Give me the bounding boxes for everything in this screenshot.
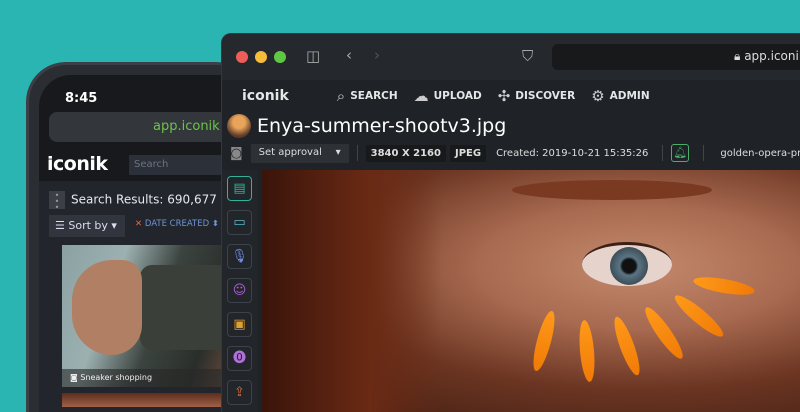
asset-title: Enya-summer-shootv3.jpg xyxy=(257,115,507,137)
petal xyxy=(640,303,688,363)
sidebar-toggle-icon[interactable]: ◫ xyxy=(306,47,320,65)
vr-headset-image xyxy=(140,265,232,350)
thumbnail-caption: ◙ Sneaker shopping xyxy=(62,369,232,387)
more-icon[interactable]: • • • xyxy=(49,191,65,212)
sort-field-chip[interactable]: ✕ DATE CREATED ⬍ xyxy=(135,219,219,229)
asset-thumbnail[interactable]: ◙ Sneaker shopping xyxy=(62,245,232,387)
related-asset-link[interactable]: golden-opera-promo.jpg xyxy=(720,148,800,159)
resolution-badge: 3840 X 2160 xyxy=(365,144,446,162)
metadata-icon[interactable]: ▤ xyxy=(227,176,252,201)
maximize-button[interactable] xyxy=(274,51,286,63)
minimize-button[interactable] xyxy=(255,51,267,63)
camera-icon: ◙ xyxy=(230,145,243,161)
format-badge: JPEG xyxy=(449,144,487,162)
remove-icon[interactable]: ✕ xyxy=(135,219,145,229)
search-icon: ⌕ xyxy=(336,87,346,105)
petal xyxy=(692,273,756,299)
phone-logo: iconik xyxy=(47,153,108,175)
comment-icon[interactable]: ▭ xyxy=(227,210,252,235)
nav-search[interactable]: ⌕ SEARCH xyxy=(337,87,398,105)
nav-discover[interactable]: ✣ DISCOVER xyxy=(498,87,576,105)
phone-url-bar[interactable]: app.iconik.io xyxy=(49,112,249,142)
shield-icon[interactable]: ⛉ xyxy=(522,47,533,65)
petal xyxy=(529,309,559,373)
asset-meta-bar: ◙ Set approval ▾ 3840 X 2160 JPEG Created… xyxy=(222,140,800,166)
keyhole-icon[interactable]: ⓿ xyxy=(227,346,252,371)
divider xyxy=(662,145,664,161)
iris xyxy=(610,247,648,285)
lock-icon: 🔒︎ xyxy=(734,49,745,63)
created-date: Created: 2019-10-21 15:35:26 xyxy=(496,147,649,159)
close-button[interactable] xyxy=(236,51,248,63)
hand-image xyxy=(72,260,142,355)
asset-thumbnail[interactable] xyxy=(62,393,232,407)
asset-preview-image[interactable] xyxy=(262,170,800,412)
petal xyxy=(670,290,728,342)
browser-window: ◫ ‹ › ⛉ 🔒︎ app.iconik.io iconik ⌕SEARCH … xyxy=(221,33,800,412)
eye xyxy=(582,242,672,286)
sort-icon: ☰ xyxy=(55,219,69,232)
status-time: 8:45 xyxy=(65,91,98,106)
hair-region xyxy=(262,170,442,412)
address-bar[interactable]: 🔒︎ app.iconik.io xyxy=(552,44,800,70)
cloud-upload-icon: ☁ xyxy=(413,87,429,105)
nav-upload[interactable]: ☁ UPLOAD xyxy=(414,87,482,105)
bell-icon[interactable]: 🔔︎ xyxy=(671,144,690,162)
approval-dropdown[interactable]: Set approval ▾ xyxy=(250,143,349,163)
back-icon[interactable]: ‹ xyxy=(346,46,352,64)
asset-sidebar: ▤ ▭ 🎙︎ ☺ ▣ ⓿ ⇪ xyxy=(222,170,258,412)
video-camera-icon[interactable]: ▣ xyxy=(227,312,252,337)
camera-icon: ◙ xyxy=(70,373,81,382)
discover-icon: ✣ xyxy=(497,87,511,105)
transcript-icon[interactable]: 🎙︎ xyxy=(227,244,252,269)
share-icon[interactable]: ⇪ xyxy=(227,380,252,405)
sort-by-button[interactable]: ☰ Sort by ▾ xyxy=(49,215,125,237)
forward-icon[interactable]: › xyxy=(374,46,380,64)
browser-titlebar: ◫ ‹ › ⛉ 🔒︎ app.iconik.io xyxy=(222,34,800,80)
asset-title-row: Enya-summer-shootv3.jpg xyxy=(227,114,506,138)
divider xyxy=(703,145,705,161)
petal xyxy=(577,319,597,383)
petal xyxy=(609,314,645,378)
theater-masks-icon[interactable]: ☺ xyxy=(227,278,252,303)
nav-admin[interactable]: ⚙ ADMIN xyxy=(591,87,649,105)
gear-icon: ⚙ xyxy=(591,87,605,105)
app-logo[interactable]: iconik xyxy=(242,88,289,104)
divider xyxy=(356,145,358,161)
chevron-down-icon: ▾ xyxy=(335,146,341,158)
eyebrow xyxy=(512,180,712,200)
avatar[interactable] xyxy=(227,114,251,138)
top-nav: iconik ⌕ SEARCH ☁ UPLOAD ✣ DISCOVER ⚙ ADMIN xyxy=(222,80,800,112)
